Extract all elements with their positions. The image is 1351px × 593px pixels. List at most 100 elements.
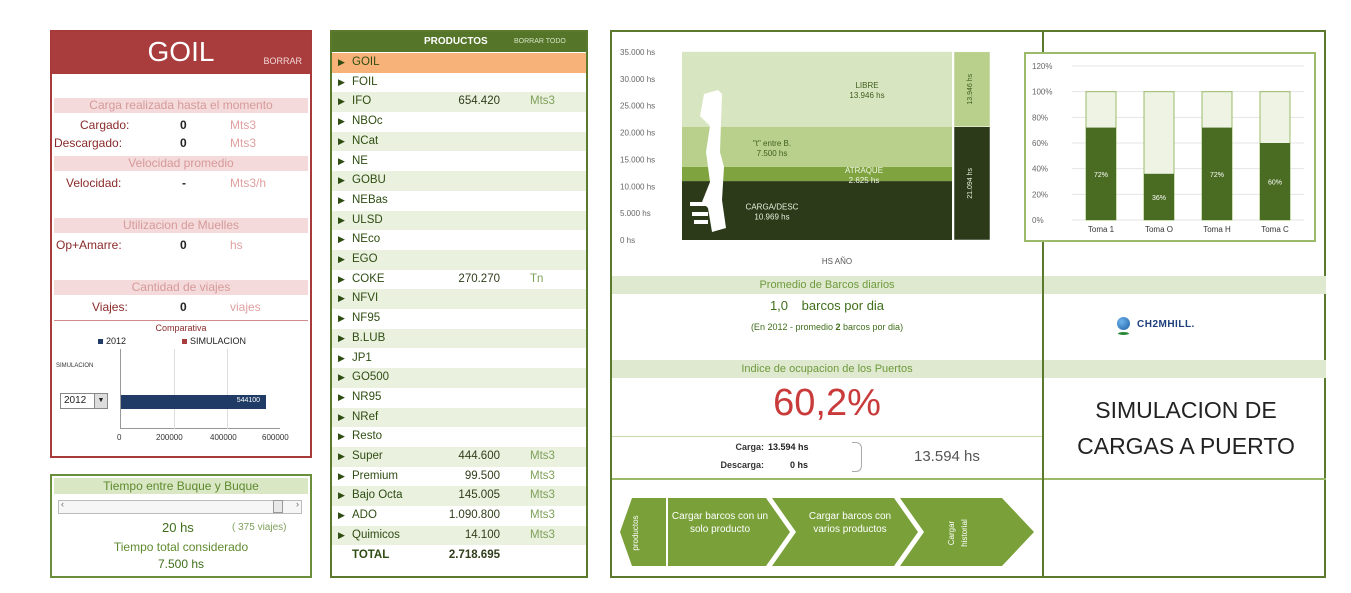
op-amarre-unit: hs	[230, 238, 243, 252]
producto-row[interactable]: ▶ GOIL	[332, 53, 586, 73]
producto-row[interactable]: ▶ JP1	[332, 349, 586, 369]
hours-chart-svg: 0 hs 5.000 hs 10.000 hs 15.000 hs 20.000 hs 2…	[620, 48, 991, 266]
producto-row[interactable]: ▶ NEBas	[332, 191, 586, 211]
x-tick: 0	[117, 433, 122, 442]
globe-icon	[1117, 317, 1130, 330]
play-icon: ▶	[338, 372, 345, 383]
logo-text: CH2MHILL.	[1137, 319, 1195, 330]
producto-row[interactable]: ▶ Bajo Octa 145.005 Mts3	[332, 486, 586, 507]
producto-row[interactable]: ▶ NFVI	[332, 289, 586, 310]
legend-2012: 2012	[98, 336, 126, 346]
y-tick-label: 15.000 hs	[620, 155, 655, 164]
y-tick-label: 60%	[1032, 139, 1048, 148]
producto-name: NEco	[352, 233, 381, 246]
legend-simulacion-swatch	[182, 339, 187, 344]
tiempo-scrollbar[interactable]: ‹ ›	[58, 499, 302, 514]
play-icon: ▶	[338, 214, 345, 225]
play-icon: ▶	[338, 451, 345, 461]
divider	[612, 436, 1042, 437]
producto-row[interactable]: ▶ GO500	[332, 368, 586, 388]
producto-name: GOBU	[352, 174, 386, 187]
producto-unit: Mts3	[530, 469, 555, 482]
year-select-value: 2012	[64, 395, 87, 406]
play-icon: ▶	[338, 57, 345, 67]
producto-row[interactable]: ▶ GOBU	[332, 171, 586, 191]
producto-name: GO500	[352, 371, 390, 384]
toma-bar-label: 60%	[1268, 180, 1282, 187]
producto-row[interactable]: ▶ Super 444.600 Mts3	[332, 447, 586, 467]
toma-category-label: Toma O	[1145, 225, 1173, 234]
productos-button-label[interactable]: productos	[629, 513, 659, 553]
producto-name: NE	[352, 154, 368, 167]
producto-name: NRef	[352, 410, 379, 423]
play-icon: ▶	[338, 76, 345, 87]
producto-unit: Tn	[530, 272, 544, 285]
simulacion-bar: 544100	[121, 395, 267, 409]
year-select[interactable]: 2012 ▼	[60, 393, 108, 409]
producto-row[interactable]: ▶ NF95	[332, 309, 586, 329]
tiempo-viajes-note: ( 375 viajes)	[232, 522, 287, 533]
productos-total-row: TOTAL 2.718.695	[332, 546, 586, 566]
producto-row[interactable]: ▶ ULSD	[332, 210, 586, 231]
producto-name: Bajo Octa	[352, 489, 403, 502]
velocidad-label: Velocidad:	[66, 176, 122, 190]
borrar-todo-button[interactable]: BORRAR TODO	[514, 38, 566, 45]
producto-row[interactable]: ▶ NBOc	[332, 112, 586, 132]
brace	[852, 442, 862, 472]
producto-row[interactable]: ▶ NEco	[332, 230, 586, 250]
play-icon: ▶	[338, 332, 345, 343]
producto-qty: 99.500	[464, 469, 500, 482]
producto-row[interactable]: ▶ Quimicos 14.100 Mts3	[332, 525, 586, 546]
producto-row[interactable]: ▶ COKE 270.270 Tn	[332, 270, 586, 290]
producto-row[interactable]: ▶ IFO 654.420 Mts3	[332, 92, 586, 113]
borrar-button[interactable]: BORRAR	[263, 56, 302, 66]
producto-qty: 444.600	[458, 450, 500, 462]
producto-qty: 270.270	[458, 272, 500, 285]
producto-name: Quimicos	[352, 528, 400, 541]
total-label: TOTAL	[352, 548, 390, 561]
comparativa-chart: Comparativa 2012 SIMULACION SIMULACION 5…	[54, 320, 308, 452]
producto-name: COKE	[352, 272, 385, 285]
cargar-varios-label[interactable]: Cargar barcos con varios productos	[804, 510, 896, 536]
producto-row[interactable]: ▶ Resto	[332, 427, 586, 447]
scroll-left-icon[interactable]: ‹	[61, 499, 64, 509]
producto-row[interactable]: ▶ EGO	[332, 250, 586, 270]
producto-name: NEBas	[352, 193, 388, 206]
scroll-right-icon[interactable]: ›	[296, 499, 299, 509]
producto-row[interactable]: ▶ FOIL	[332, 73, 586, 93]
cargar-historial-label[interactable]: Cargar historial	[945, 509, 975, 557]
side-bar-label: 21.094 hs	[967, 167, 974, 198]
barcos-note: (En 2012 - promedio 2 barcos por dia)	[612, 322, 1042, 332]
producto-row[interactable]: ▶ NR95	[332, 388, 586, 408]
bar-value-label: 544100	[236, 397, 261, 404]
cargar-un-solo-label[interactable]: Cargar barcos con un solo producto	[670, 510, 770, 536]
producto-unit: Mts3	[530, 450, 555, 462]
scroll-thumb[interactable]	[273, 500, 283, 513]
cargado-label: Cargado:	[80, 118, 130, 132]
producto-name: ADO	[352, 509, 377, 522]
producto-row[interactable]: ▶ Premium 99.500 Mts3	[332, 467, 586, 487]
producto-name: NCat	[352, 134, 379, 147]
cargado-value: 0	[180, 118, 187, 132]
stack-value-label: 10.969 hs	[754, 213, 789, 222]
main-panel: 0 hs 5.000 hs 10.000 hs 15.000 hs 20.000 hs 2…	[610, 30, 1326, 578]
play-icon: ▶	[338, 96, 345, 107]
stack-value-label: 7.500 hs	[757, 149, 788, 158]
producto-row[interactable]: ▶ B.LUB	[332, 328, 586, 349]
comparativa-title: Comparativa	[155, 323, 207, 333]
op-amarre-label: Op+Amarre:	[56, 238, 122, 252]
producto-row[interactable]: ▶ NE	[332, 152, 586, 172]
producto-row[interactable]: ▶ NCat	[332, 131, 586, 152]
producto-row[interactable]: ▶ NRef	[332, 407, 586, 428]
producto-row[interactable]: ▶ ADO 1.090.800 Mts3	[332, 506, 586, 526]
total-hs: 13.594 hs	[914, 448, 980, 465]
gridline	[174, 349, 175, 429]
producto-name: NBOc	[352, 115, 383, 128]
chevron-down-icon[interactable]: ▼	[94, 394, 107, 408]
descargado-unit: Mts3	[230, 136, 257, 150]
indice-header: Indice de ocupacion de los Puertos	[612, 360, 1042, 378]
play-icon: ▶	[338, 470, 345, 481]
descarga-label: Descarga:	[720, 460, 764, 470]
stack-label: "t" entre B.	[753, 139, 791, 148]
barcos-note-pre: (En 2012 - promedio	[750, 322, 833, 332]
